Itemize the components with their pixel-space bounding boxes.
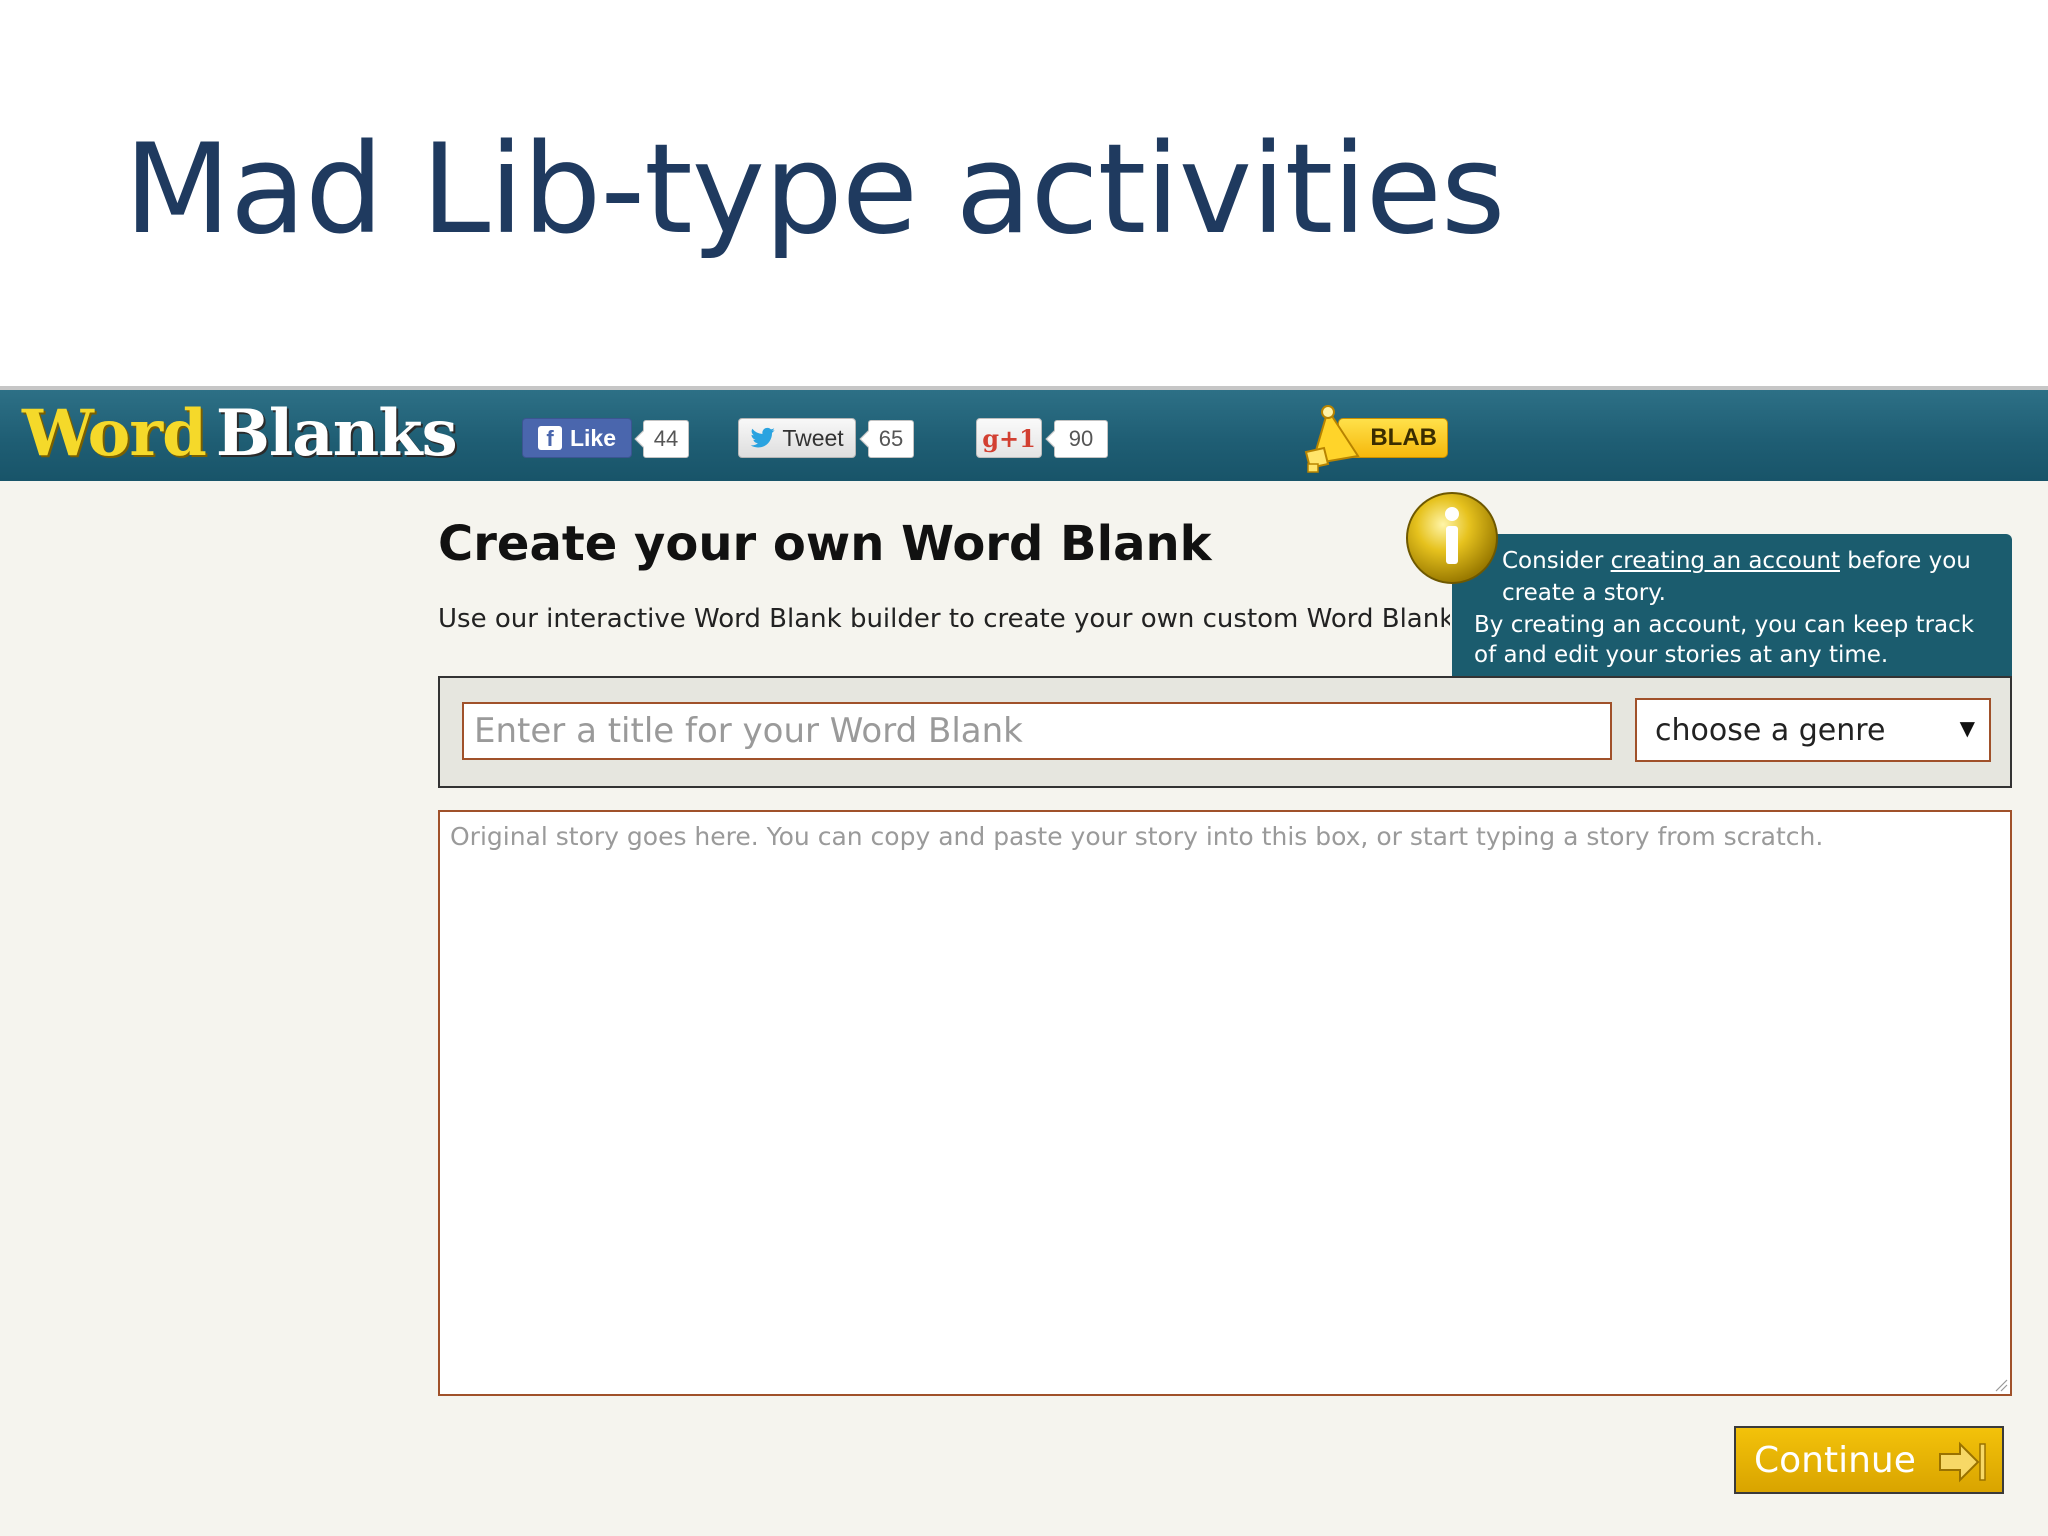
resize-grip-icon[interactable]: [1994, 1378, 2008, 1392]
continue-label: Continue: [1754, 1439, 1916, 1481]
site-header: Word Blanks f Like 44 Tweet 65 g+1 90 BLA…: [0, 390, 2048, 481]
tooltip-line-3: By creating an account, you can keep tra…: [1474, 612, 1975, 638]
facebook-like-label: Like: [569, 424, 617, 451]
dropdown-arrow-icon: ▼: [1959, 716, 1975, 740]
title-genre-panel: choose a genre ▼: [438, 676, 2012, 788]
tooltip-line-2: create a story.: [1502, 580, 1666, 606]
account-tooltip: Consider creating an account before you …: [1452, 534, 2012, 676]
facebook-like-button[interactable]: f Like: [522, 418, 632, 458]
google-plus-button[interactable]: g+1: [976, 418, 1042, 458]
megaphone-icon: [1304, 405, 1360, 473]
tooltip-line-1-suffix: before you: [1839, 548, 1971, 574]
create-heading: Create your own Word Blank: [438, 516, 1212, 572]
tweet-button[interactable]: Tweet: [738, 418, 856, 458]
tooltip-line-1-prefix: Consider: [1502, 548, 1611, 574]
create-account-link[interactable]: creating an account: [1611, 548, 1840, 574]
genre-select-value: choose a genre: [1655, 712, 1886, 748]
browser-screenshot: Word Blanks f Like 44 Tweet 65 g+1 90 BLA…: [0, 386, 2048, 1536]
blab-button[interactable]: BLAB: [1298, 405, 1450, 473]
google-plus-count: 90: [1054, 420, 1108, 458]
google-plus-label: g+1: [982, 423, 1036, 453]
tweet-label: Tweet: [782, 424, 844, 451]
story-textarea[interactable]: [438, 810, 2012, 1396]
info-icon: [1406, 492, 1498, 584]
facebook-like-count: 44: [643, 420, 689, 458]
slide-title: Mad Lib-type activities: [124, 118, 1506, 262]
logo-word-1: Word: [22, 396, 207, 471]
tweet-count: 65: [868, 420, 914, 458]
genre-select[interactable]: choose a genre ▼: [1635, 698, 1991, 762]
arrow-right-bar-icon: [1939, 1441, 1986, 1483]
intro-text: Use our interactive Word Blank builder t…: [438, 604, 1450, 634]
continue-button[interactable]: Continue: [1734, 1426, 2004, 1494]
tooltip-line-1: Consider creating an account before you: [1502, 548, 1971, 574]
logo-word-2: Blanks: [215, 396, 458, 471]
intro-text-container: Use our interactive Word Blank builder t…: [438, 604, 1450, 640]
twitter-bird-icon: [750, 427, 776, 448]
tooltip-line-4: of and edit your stories at any time.: [1474, 642, 1889, 668]
site-logo[interactable]: Word Blanks: [22, 396, 458, 471]
facebook-icon: f: [537, 426, 562, 451]
title-input[interactable]: [462, 702, 1612, 760]
